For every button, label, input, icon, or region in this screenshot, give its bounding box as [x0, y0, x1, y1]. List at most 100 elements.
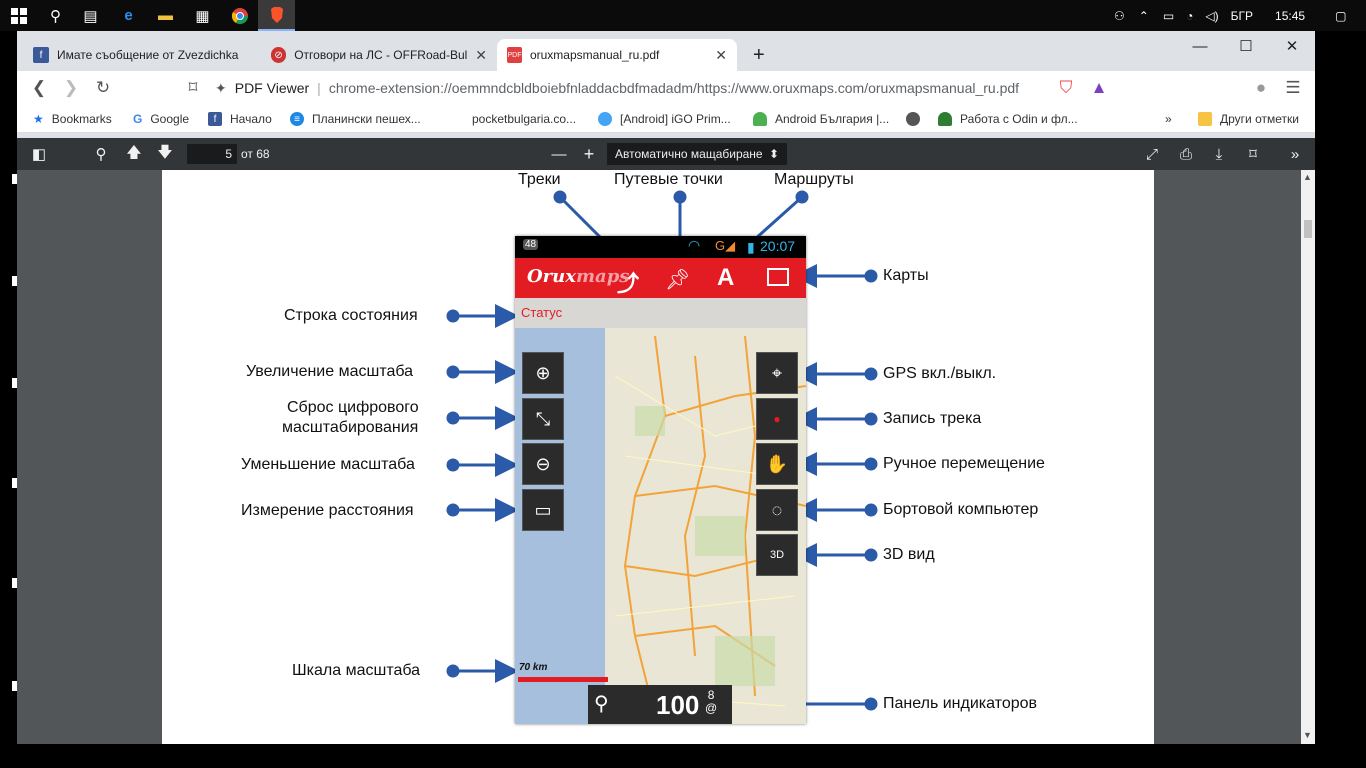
android-icon — [938, 112, 952, 126]
brave-icon[interactable] — [258, 0, 295, 31]
edge-icon[interactable]: e — [110, 0, 147, 31]
next-page-icon[interactable]: 🡇 — [153, 138, 177, 170]
status-row: Статус — [515, 298, 806, 328]
tracks-icon[interactable]: ⤴ — [617, 266, 639, 298]
zoom-in-icon[interactable]: + — [577, 138, 601, 170]
bookmark-item[interactable] — [906, 105, 928, 133]
scroll-down-icon[interactable]: ▼ — [1303, 730, 1312, 740]
language-indicator[interactable]: БГР — [1231, 9, 1253, 23]
fit-page-icon[interactable]: ⤢ — [1140, 138, 1164, 170]
tab-oruxmaps-pdf[interactable]: PDF oruxmapsmanual_ru.pdf ✕ — [497, 39, 737, 71]
chevron-up-icon[interactable]: ⌃ — [1139, 9, 1149, 23]
tab-facebook[interactable]: f Имате съобщение от Zvezdichka. — [23, 39, 259, 71]
gps-button[interactable]: ⌖ — [756, 352, 798, 394]
oruxmaps-app-bar: Oruxmaps ⤴ 📌︎ A — [515, 258, 806, 298]
calculator-icon[interactable]: ▦ — [184, 0, 221, 31]
url-text: chrome-extension://oemmndcbldboiebfnladd… — [328, 80, 1020, 96]
scroll-up-icon[interactable]: ▲ — [1303, 172, 1312, 182]
pdf-file-icon: PDF — [507, 47, 522, 63]
previous-page-icon[interactable]: 🡅 — [122, 138, 146, 170]
routes-icon[interactable]: A — [717, 264, 734, 292]
clock[interactable]: 15:45 — [1275, 9, 1305, 23]
maximize-icon[interactable]: ☐ — [1223, 31, 1269, 61]
bookmark-item[interactable]: f Начало — [208, 105, 272, 133]
bookmark-item[interactable]: ★ Bookmarks — [33, 105, 112, 133]
igo-icon — [598, 112, 612, 126]
phone-clock: 20:07 — [760, 238, 796, 254]
google-icon: G — [133, 112, 143, 126]
maps-icon[interactable] — [767, 268, 789, 286]
view-3d-button[interactable]: 3D — [756, 534, 798, 576]
vertical-scrollbar[interactable]: ▲ ▼ — [1301, 170, 1315, 744]
label-tracks: Треки — [518, 171, 561, 188]
search-icon[interactable]: ⚲ — [37, 0, 74, 31]
menu-icon[interactable]: ☰ — [1277, 71, 1309, 105]
zoom-out-button[interactable]: ⊖ — [522, 443, 564, 485]
close-tab-icon[interactable]: ✕ — [475, 47, 487, 64]
search-icon: ⚲ — [594, 693, 609, 715]
notification-icon[interactable]: ▢ — [1335, 9, 1346, 23]
battery-icon[interactable]: ▭ — [1163, 9, 1174, 23]
scroll-thumb[interactable] — [1304, 220, 1312, 238]
bookmark-item[interactable]: pocketbulgaria.co... — [450, 105, 576, 133]
trip-computer-button[interactable]: ◌ — [756, 489, 798, 531]
zoom-in-button[interactable]: ⊕ — [522, 352, 564, 394]
globe-icon — [906, 112, 920, 126]
sidebar-toggle-icon[interactable]: ◧ — [27, 138, 51, 170]
status-text: Статус — [521, 305, 563, 320]
print-icon[interactable]: ⎙ — [1174, 138, 1198, 170]
phone-status-bar: 48 ◠ G◢ ▮ 20:07 — [515, 236, 806, 258]
star-icon: ★ — [33, 112, 44, 126]
download-icon[interactable]: ⤓ — [1207, 138, 1231, 170]
file-explorer-icon[interactable]: ▬ — [147, 0, 184, 31]
label-waypoints: Путевые точки — [614, 171, 723, 188]
brave-shield-icon[interactable]: ⛉ — [1050, 71, 1082, 105]
brave-rewards-icon[interactable]: ▲ — [1083, 71, 1115, 105]
indicator-sub: 8 @ — [705, 688, 718, 715]
waypoints-pin-icon[interactable]: 📌︎ — [665, 267, 690, 292]
forward-icon[interactable]: ❯ — [55, 71, 87, 105]
label-zoom-out: Уменьшение масштаба — [241, 456, 415, 473]
indicator-panel[interactable]: ⚲ 100 8 @ — [588, 685, 732, 724]
system-tray: ⚇ ⌃ ▭ ◔ ◁) БГР 15:45 ▢ — [1114, 0, 1346, 31]
more-tools-icon[interactable]: » — [1283, 138, 1307, 170]
zoom-select[interactable]: Автоматично мащабиране ⬍ — [607, 143, 787, 165]
shrink-icon: ⤡ — [535, 408, 551, 429]
user-icon[interactable]: ⚇ — [1114, 9, 1125, 23]
page-number-input[interactable]: 5 — [187, 144, 237, 164]
more-bookmarks-icon[interactable]: » — [1165, 105, 1172, 133]
task-view-icon[interactable]: ▤ — [72, 0, 109, 31]
chrome-icon[interactable] — [221, 0, 258, 31]
close-window-icon[interactable]: ✕ — [1269, 31, 1315, 61]
bookmark-icon[interactable]: ⌑ — [177, 71, 209, 105]
profile-icon[interactable]: ● — [1245, 71, 1277, 105]
volume-icon[interactable]: ◁) — [1205, 9, 1218, 23]
minimize-icon[interactable]: — — [1177, 31, 1223, 61]
close-tab-icon[interactable]: ✕ — [715, 47, 727, 64]
hand-icon: ✋ — [765, 453, 789, 474]
bookmark-item[interactable]: ≡ Планински пешех... — [290, 105, 421, 133]
ruler-icon: ▭ — [534, 499, 552, 520]
bookmark-item[interactable]: Android България |... — [753, 105, 889, 133]
reload-icon[interactable]: ↻ — [87, 71, 119, 105]
reset-zoom-button[interactable]: ⤡ — [522, 398, 564, 440]
new-tab-button[interactable]: + — [743, 39, 775, 71]
manual-move-button[interactable]: ✋ — [756, 443, 798, 485]
search-icon[interactable]: ⚲ — [89, 138, 113, 170]
record-track-button[interactable]: ● — [756, 398, 798, 440]
pdf-viewport[interactable]: Треки Путевые точки Маршруты Строка сост… — [17, 170, 1315, 744]
bookmark-item[interactable]: Работа с Odin и фл... — [938, 105, 1078, 133]
bookmark-icon[interactable]: ⌑ — [1241, 138, 1265, 170]
bookmark-item[interactable]: [Android] iGO Prim... — [598, 105, 731, 133]
extension-icon: ✦ — [215, 79, 227, 96]
bookmark-item[interactable]: G Google — [133, 105, 189, 133]
zoom-out-icon[interactable]: — — [547, 138, 571, 170]
page-count: от 68 — [241, 147, 270, 161]
tab-offroad[interactable]: ⊘ Отговори на ЛС - OFFRoad-Bulga ✕ — [261, 39, 497, 71]
other-bookmarks[interactable]: Други отметки — [1198, 105, 1299, 133]
measure-button[interactable]: ▭ — [522, 489, 564, 531]
wifi-icon[interactable]: ◔ — [1186, 9, 1193, 23]
windows-start-icon[interactable] — [0, 0, 37, 31]
label-computer: Бортовой компьютер — [883, 501, 1039, 518]
back-icon[interactable]: ❮ — [23, 71, 55, 105]
